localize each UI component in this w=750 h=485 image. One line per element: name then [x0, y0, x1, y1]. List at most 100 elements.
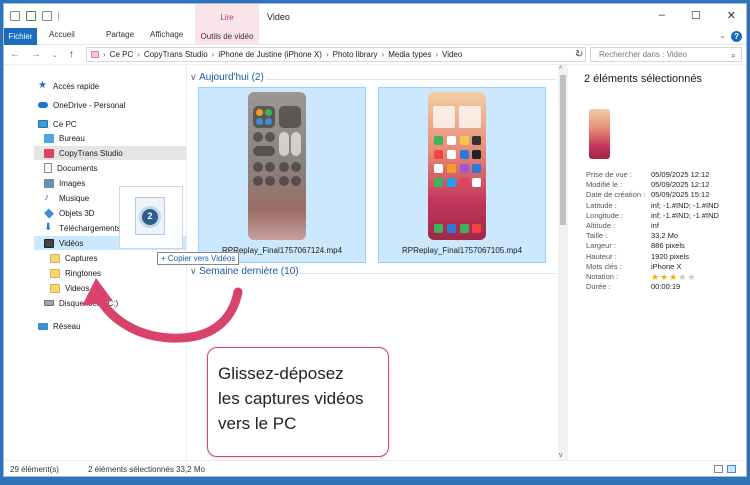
help-icon[interactable]: ?: [731, 31, 742, 42]
image-icon: [44, 178, 54, 188]
property-value[interactable]: 05/09/2025 12:12: [651, 170, 709, 179]
property-value[interactable]: 1920 pixels: [651, 252, 689, 261]
nav-item-onedrive[interactable]: OneDrive - Personal: [38, 98, 125, 112]
property-value[interactable]: 33,2 Mo: [651, 231, 678, 240]
tab-partage[interactable]: Partage: [106, 30, 134, 39]
nav-item-ce-pc[interactable]: Ce PC: [38, 117, 77, 131]
breadcrumb-item[interactable]: Ce PC: [110, 50, 134, 59]
property-value[interactable]: inf; -1.#IND; -1.#IND: [651, 211, 719, 220]
checkbox-icon[interactable]: [26, 11, 36, 21]
video-icon: [44, 238, 54, 248]
nav-item-documents[interactable]: Documents: [44, 161, 97, 175]
group-header-today[interactable]: ∨ Aujourd'hui (2): [190, 72, 264, 83]
nav-item-ringtones[interactable]: Ringtones: [50, 266, 101, 280]
maximize-button[interactable]: ☐: [691, 9, 701, 22]
breadcrumb-item[interactable]: iPhone de Justine (iPhone X): [218, 50, 322, 59]
property-label: Durée :: [586, 282, 611, 292]
chevron-down-icon: ∨: [190, 72, 200, 82]
search-input[interactable]: Rechercher dans : Video ⌕: [590, 47, 742, 62]
cube-icon: [43, 207, 55, 219]
star-icon[interactable]: ★: [651, 272, 660, 282]
property-value[interactable]: iPhone X: [651, 262, 681, 271]
property-value[interactable]: inf: [651, 221, 659, 230]
breadcrumb-item[interactable]: Media types: [388, 50, 431, 59]
address-bar[interactable]: › Ce PC › CopyTrans Studio › iPhone de J…: [86, 47, 586, 62]
window-title: Video: [267, 12, 290, 22]
scrollbar-thumb[interactable]: [560, 75, 566, 225]
address-row: ← → ⌄ ↑ › Ce PC › CopyTrans Studio › iPh…: [4, 45, 746, 65]
file-name: RPReplay_Final1757067105.mp4: [401, 246, 523, 255]
property-value[interactable]: 05/09/2025 15:12: [651, 190, 709, 199]
forward-icon[interactable]: →: [31, 49, 41, 60]
title-bar: Lire Video – ☐ ✕: [4, 4, 746, 28]
scroll-up-icon[interactable]: ^: [559, 66, 562, 73]
ribbon-tabs: Fichier Accueil Partage Affichage Outils…: [4, 28, 746, 45]
refresh-icon[interactable]: ↻: [575, 49, 583, 60]
file-tile[interactable]: RPReplay_Final1757067124.mp4: [198, 87, 366, 263]
group-divider: [298, 273, 556, 274]
selection-thumbnail: [589, 109, 610, 159]
group-header-last-week[interactable]: ∨ Semaine dernière (10): [190, 266, 299, 277]
folder-icon: [50, 283, 60, 293]
details-view-icon[interactable]: [714, 465, 723, 473]
nav-item-videos-folder[interactable]: Videos: [50, 281, 89, 295]
annotation-line: vers le PC: [218, 414, 297, 433]
drive-icon: [44, 300, 54, 306]
chevron-down-icon: ∨: [190, 266, 200, 276]
group-divider: [266, 79, 556, 80]
star-icon[interactable]: ★: [678, 272, 687, 282]
document-icon: [44, 163, 52, 173]
nav-item-acces-rapide[interactable]: ★ Accès rapide: [38, 79, 99, 93]
property-value[interactable]: 886 pixels: [651, 241, 685, 250]
nav-item-objets-3d[interactable]: Objets 3D: [43, 206, 95, 220]
tab-accueil[interactable]: Accueil: [49, 30, 75, 39]
nav-item-captures[interactable]: Captures: [50, 251, 97, 265]
annotation-line: Glissez-déposez: [218, 364, 344, 383]
up-icon[interactable]: ↑: [69, 49, 74, 60]
expand-ribbon-icon[interactable]: ⌄: [719, 31, 726, 40]
star-icon: ★: [38, 80, 47, 91]
property-value[interactable]: 05/09/2025 12:12: [651, 180, 709, 189]
copy-tooltip: + Copier vers Vidéos: [157, 252, 240, 265]
star-icon[interactable]: ★: [660, 272, 669, 282]
nav-item-images[interactable]: Images: [44, 176, 85, 190]
properties-icon[interactable]: [10, 11, 20, 21]
breadcrumb-item[interactable]: Photo library: [333, 50, 378, 59]
nav-item-telechargements[interactable]: ⬇ Téléchargements: [44, 221, 121, 235]
search-placeholder: Rechercher dans : Video: [599, 50, 687, 59]
close-button[interactable]: ✕: [727, 9, 736, 22]
computer-icon: [38, 120, 48, 128]
item-count: 29 élément(s): [10, 465, 59, 474]
nav-item-reseau[interactable]: Réseau: [38, 319, 81, 333]
nav-item-disque-local[interactable]: Disque local (C:): [44, 296, 118, 310]
tab-fichier[interactable]: Fichier: [4, 28, 37, 45]
file-tile[interactable]: RPReplay_Final1757067105.mp4: [378, 87, 546, 263]
property-label: Notation :: [586, 272, 619, 281]
property-label: Hauteur :: [586, 251, 617, 261]
nav-item-bureau[interactable]: Bureau: [44, 131, 85, 145]
nav-item-copytrans-studio[interactable]: CopyTrans Studio: [34, 146, 186, 160]
back-icon[interactable]: ←: [10, 49, 20, 60]
status-bar: 29 élément(s) 2 éléments sélectionnés 33…: [4, 460, 746, 476]
tab-outils-video[interactable]: Outils de vidéo: [195, 28, 259, 45]
property-value[interactable]: 00:00:19: [651, 282, 680, 291]
star-icon[interactable]: ★: [687, 272, 696, 282]
property-value[interactable]: inf; -1.#IND; -1.#IND: [651, 201, 719, 210]
new-folder-icon[interactable]: [42, 11, 52, 21]
breadcrumb-item[interactable]: CopyTrans Studio: [144, 50, 208, 59]
view-switcher: [714, 465, 736, 473]
vertical-scrollbar[interactable]: ^ v: [558, 65, 568, 460]
scroll-down-icon[interactable]: v: [559, 452, 563, 459]
breadcrumb-item[interactable]: Video: [442, 50, 462, 59]
large-icons-view-icon[interactable]: [727, 465, 736, 473]
download-icon: ⬇: [44, 222, 53, 233]
nav-item-musique[interactable]: ♪ Musique: [44, 191, 89, 205]
video-thumbnail: [248, 92, 306, 240]
video-thumbnail: [428, 92, 486, 240]
minimize-button[interactable]: –: [659, 9, 665, 22]
property-label: Largeur :: [586, 241, 617, 251]
recent-dropdown-icon[interactable]: ⌄: [52, 51, 58, 60]
star-icon[interactable]: ★: [669, 272, 678, 282]
tab-affichage[interactable]: Affichage: [150, 30, 183, 39]
quick-access-toolbar: [10, 11, 59, 21]
